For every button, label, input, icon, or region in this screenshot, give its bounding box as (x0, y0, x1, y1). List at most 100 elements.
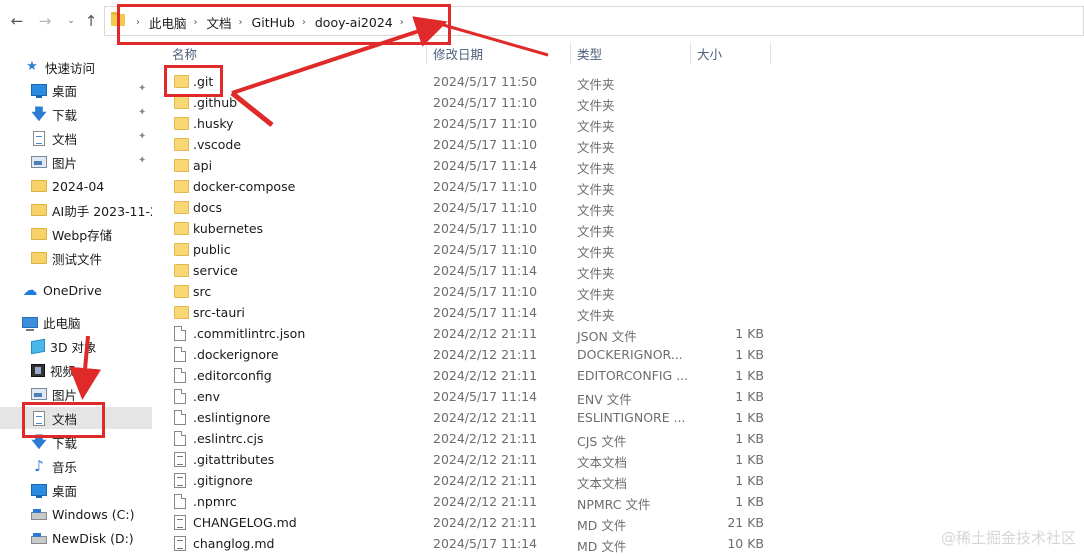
column-date[interactable]: 修改日期 (433, 44, 483, 63)
column-divider[interactable] (426, 42, 427, 64)
table-row[interactable]: .commitlintrc.json 2024/2/12 21:11 JSON 文件… (152, 323, 1084, 344)
file-date: 2024/5/17 11:14 (433, 158, 538, 173)
folder-icon (174, 117, 189, 130)
file-size: 21 KB (727, 515, 764, 530)
table-row[interactable]: .npmrc 2024/2/12 21:11 NPMRC 文件 1 KB (152, 491, 1084, 512)
table-row[interactable]: api 2024/5/17 11:14 文件夹 (152, 155, 1084, 176)
file-date: 2024/2/12 21:11 (433, 431, 538, 446)
recent-locations-chevron-icon[interactable]: ⌄ (62, 12, 80, 30)
sidebar-label: 桌面 (52, 83, 78, 99)
file-type: EDITORCONFIG ... (577, 368, 689, 383)
file-icon (174, 431, 186, 446)
column-name[interactable]: 名称 (172, 44, 197, 63)
sidebar-item-3d-objects[interactable]: 3D 对象 (0, 335, 152, 357)
column-divider[interactable] (690, 42, 691, 64)
table-row[interactable]: kubernetes 2024/5/17 11:10 文件夹 (152, 218, 1084, 239)
3d-objects-icon (31, 338, 45, 354)
file-size: 10 KB (727, 536, 764, 551)
sidebar-this-pc[interactable]: 此电脑 (0, 311, 152, 333)
file-type: 文本文档 (577, 455, 628, 470)
sidebar-item-pc-desktop[interactable]: 桌面 (0, 479, 152, 501)
sidebar-item-drive-c[interactable]: Windows (C:) (0, 503, 152, 525)
file-size: 1 KB (735, 368, 764, 383)
folder-icon (174, 159, 189, 172)
table-row[interactable]: service 2024/5/17 11:14 文件夹 (152, 260, 1084, 281)
table-row[interactable]: .env 2024/5/17 11:14 ENV 文件 1 KB (152, 386, 1084, 407)
table-row[interactable]: .gitignore 2024/2/12 21:11 文本文档 1 KB (152, 470, 1084, 491)
file-name: .commitlintrc.json (193, 326, 306, 341)
file-name: docs (193, 200, 222, 215)
pin-icon[interactable]: ✦ (138, 131, 146, 142)
table-row[interactable]: .eslintrc.cjs 2024/2/12 21:11 CJS 文件 1 KB (152, 428, 1084, 449)
table-row[interactable]: src 2024/5/17 11:10 文件夹 (152, 281, 1084, 302)
sidebar-label: Webp存储 (52, 227, 113, 243)
file-icon (174, 347, 186, 362)
folder-icon (174, 138, 189, 151)
file-date: 2024/5/17 11:10 (433, 95, 538, 110)
forward-arrow-icon[interactable]: → (36, 12, 54, 30)
file-type: 文件夹 (577, 161, 615, 176)
table-row[interactable]: .vscode 2024/5/17 11:10 文件夹 (152, 134, 1084, 155)
file-name: api (193, 158, 213, 173)
sidebar-item-downloads[interactable]: 🡇 下载 ✦ (0, 103, 152, 125)
file-name: .vscode (193, 137, 242, 152)
sidebar-onedrive[interactable]: ☁ OneDrive (0, 279, 152, 301)
file-date: 2024/5/17 11:10 (433, 200, 538, 215)
column-size[interactable]: 大小 (697, 44, 722, 63)
column-divider[interactable] (770, 42, 771, 64)
table-row[interactable]: .editorconfig 2024/2/12 21:11 EDITORCONFIG… (152, 365, 1084, 386)
sidebar-item-ai-assistant[interactable]: AI助手 2023-11-2 (0, 199, 152, 221)
sidebar-label: Windows (C:) (52, 506, 135, 522)
table-row[interactable]: .github 2024/5/17 11:10 文件夹 (152, 92, 1084, 113)
sidebar-item-pictures[interactable]: 图片 ✦ (0, 151, 152, 173)
pin-icon[interactable]: ✦ (138, 155, 146, 166)
drive-icon (31, 533, 47, 544)
sidebar-label: 快速访问 (45, 60, 96, 76)
table-row[interactable]: src-tauri 2024/5/17 11:14 文件夹 (152, 302, 1084, 323)
file-type: 文本文档 (577, 476, 628, 491)
sidebar-item-documents[interactable]: 文档 ✦ (0, 127, 152, 149)
table-row[interactable]: .husky 2024/5/17 11:10 文件夹 (152, 113, 1084, 134)
file-type: JSON 文件 (577, 329, 637, 344)
up-arrow-icon[interactable]: ↑ (82, 12, 100, 30)
sidebar-item-2024-04[interactable]: 2024-04 (0, 175, 152, 197)
file-date: 2024/2/12 21:11 (433, 410, 538, 425)
table-row[interactable]: docker-compose 2024/5/17 11:10 文件夹 (152, 176, 1084, 197)
sidebar-label: 图片 (52, 387, 78, 403)
sidebar-item-test-files[interactable]: 测试文件 (0, 247, 152, 269)
sidebar-quick-access[interactable]: ★ 快速访问 (0, 56, 152, 78)
file-date: 2024/2/12 21:11 (433, 452, 538, 467)
table-row[interactable]: .gitattributes 2024/2/12 21:11 文本文档 1 KB (152, 449, 1084, 470)
column-type[interactable]: 类型 (577, 44, 602, 63)
file-size: 1 KB (735, 389, 764, 404)
sidebar-label: 此电脑 (43, 315, 81, 331)
sidebar-item-music[interactable]: ♪ 音乐 (0, 455, 152, 477)
sidebar-item-drive-d[interactable]: NewDisk (D:) (0, 527, 152, 549)
file-name: .gitattributes (193, 452, 275, 467)
music-icon: ♪ (34, 457, 44, 475)
file-type: 文件夹 (577, 98, 615, 113)
file-date: 2024/5/17 11:14 (433, 305, 538, 320)
column-divider[interactable] (570, 42, 571, 64)
document-icon (33, 130, 45, 146)
file-type: 文件夹 (577, 77, 615, 92)
table-row[interactable]: docs 2024/5/17 11:10 文件夹 (152, 197, 1084, 218)
file-date: 2024/5/17 11:14 (433, 389, 538, 404)
file-type: 文件夹 (577, 308, 615, 323)
video-icon (31, 363, 45, 377)
file-date: 2024/2/12 21:11 (433, 515, 538, 530)
sidebar-label: 文档 (52, 131, 78, 147)
file-icon (174, 494, 186, 509)
back-arrow-icon[interactable]: ← (8, 12, 26, 30)
table-row[interactable]: .git 2024/5/17 11:50 文件夹 (152, 71, 1084, 92)
sidebar-item-desktop[interactable]: 桌面 ✦ (0, 79, 152, 101)
sidebar-item-videos[interactable]: 视频 (0, 359, 152, 381)
table-row[interactable]: public 2024/5/17 11:10 文件夹 (152, 239, 1084, 260)
sidebar-label: AI助手 2023-11-2 (52, 203, 152, 219)
table-row[interactable]: .dockerignore 2024/2/12 21:11 DOCKERIGNOR.… (152, 344, 1084, 365)
desktop-icon (31, 484, 47, 498)
sidebar-item-webp[interactable]: Webp存储 (0, 223, 152, 245)
table-row[interactable]: .eslintignore 2024/2/12 21:11 ESLINTIGNORE… (152, 407, 1084, 428)
pin-icon[interactable]: ✦ (138, 107, 146, 118)
pin-icon[interactable]: ✦ (138, 83, 146, 94)
